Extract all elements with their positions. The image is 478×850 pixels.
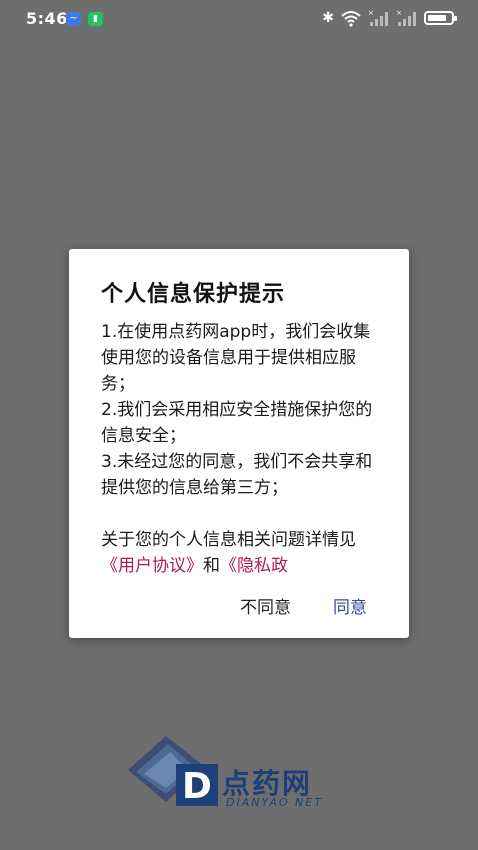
messenger-icon: ~ [66,12,81,26]
dianyao-logo: D 点药网 DIANYAO NET [126,732,356,816]
privacy-item-2: 2.我们会采用相应安全措施保护您的信息安全； [101,400,373,446]
svg-text:×: × [368,9,374,17]
app-notification-icon: ▮ [88,12,103,26]
system-icons: ✱ × × [322,9,457,27]
wifi-icon [341,11,361,27]
logo-letter: D [182,766,212,807]
and-text: 和 [203,556,220,576]
signal-icon: × [396,9,416,26]
privacy-item-3: 3.未经过您的同意，我们不会共享和提供您的信息给第三方； [101,452,373,498]
user-agreement-link[interactable]: 《用户协议》 [101,556,203,576]
privacy-dialog: 个人信息保护提示 1.在使用点药网app时，我们会收集使用您的设备信息用于提供相… [69,249,409,638]
svg-text:×: × [396,9,402,17]
privacy-item-1: 1.在使用点药网app时，我们会收集使用您的设备信息用于提供相应服务； [101,322,371,394]
status-bar: 5:46 ~ ▮ ✱ × × [0,0,478,38]
dialog-body[interactable]: 1.在使用点药网app时，我们会收集使用您的设备信息用于提供相应服务； 2.我们… [101,319,383,583]
disagree-button[interactable]: 不同意 [240,593,291,618]
privacy-footer: 关于您的个人信息相关问题详情见《用户协议》和《隐私政 [101,527,383,579]
status-time: 5:46 [26,9,68,28]
battery-icon [424,11,457,25]
privacy-policy-link[interactable]: 《隐私政 [220,556,288,576]
agree-button[interactable]: 同意 [333,593,367,618]
logo-mark-icon: D [128,736,218,807]
bluetooth-icon: ✱ [322,10,334,26]
dialog-actions: 不同意 同意 [240,593,367,618]
signal-icon: × [368,9,388,26]
footer-text: 关于您的个人信息相关问题详情见 [101,530,356,550]
logo-subtitle: DIANYAO NET [226,796,323,809]
dialog-title: 个人信息保护提示 [101,282,286,307]
battery-level [428,15,446,21]
